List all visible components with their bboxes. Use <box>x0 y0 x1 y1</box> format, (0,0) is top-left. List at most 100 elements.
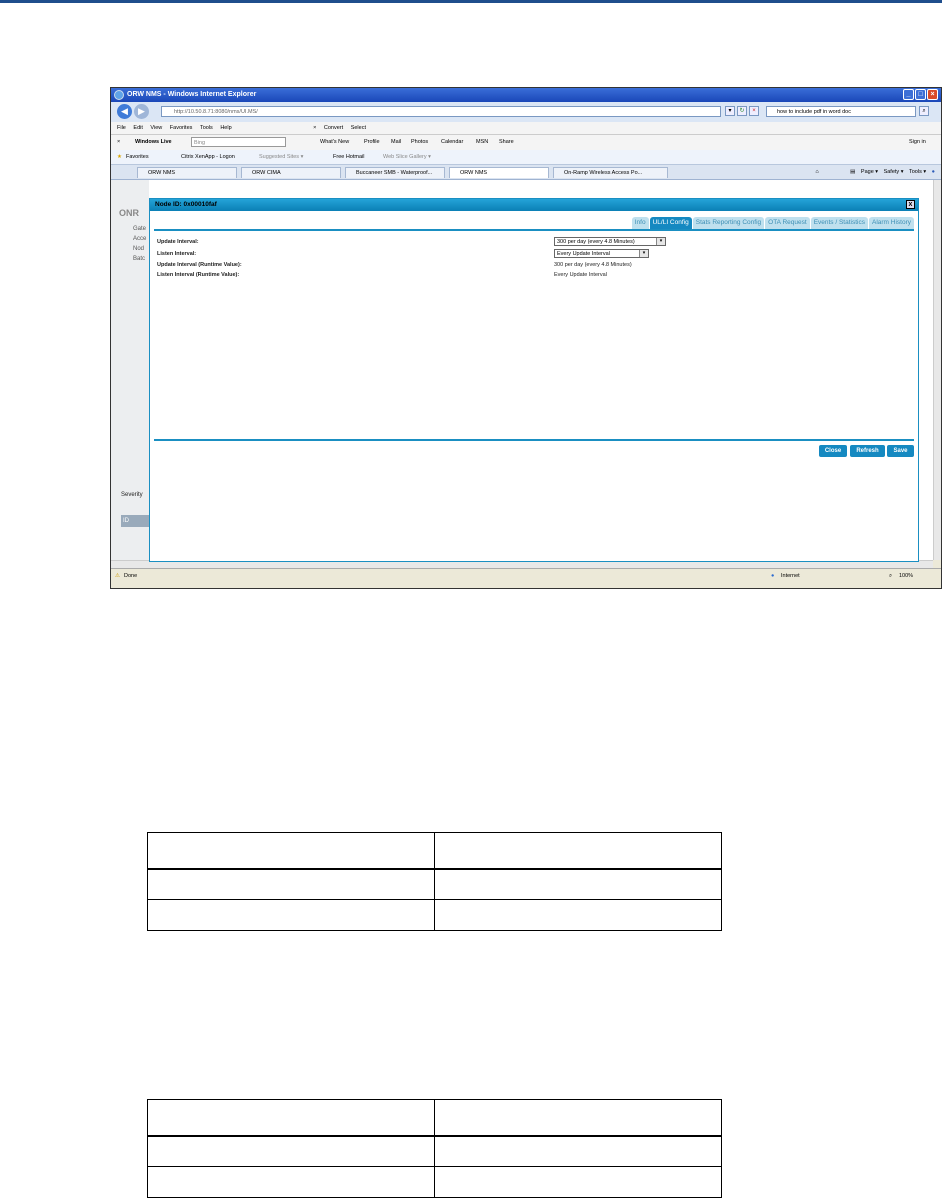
empty-table-2 <box>147 1099 722 1198</box>
windows-live-label[interactable]: Windows Live <box>135 135 172 150</box>
background-nav-item: Gate <box>133 226 147 232</box>
dialog-title: Node ID: 0x00010faf <box>155 201 217 208</box>
vertical-scrollbar[interactable] <box>933 180 941 560</box>
tab-events-statistics[interactable]: Events / Statistics <box>810 217 868 229</box>
refresh-icon[interactable]: ↻ <box>737 106 747 116</box>
live-link-profile[interactable]: Profile <box>364 135 380 150</box>
warning-icon: ⚠ <box>115 573 120 579</box>
safety-menu[interactable]: Safety ▾ <box>884 169 904 175</box>
live-link-mail[interactable]: Mail <box>391 135 401 150</box>
empty-table-1 <box>147 832 722 931</box>
listen-runtime-label: Listen Interval (Runtime Value): <box>157 272 240 278</box>
chevron-down-icon: ▾ <box>639 250 648 257</box>
browser-tab[interactable]: Buccaneer SMB - Waterproof... <box>345 167 445 178</box>
command-bar: ⌂ ▤ Page ▾ Safety ▾ Tools ▾ ● <box>815 165 935 179</box>
fav-link-citrix[interactable]: Citrix XenApp - Logon <box>181 150 235 164</box>
update-runtime-value: 300 per day (every 4.8 Minutes) <box>554 262 632 268</box>
sign-in-link[interactable]: Sign in <box>909 135 926 150</box>
home-icon[interactable]: ⌂ <box>815 169 818 175</box>
forward-icon[interactable]: ▶ <box>134 104 149 119</box>
bing-input[interactable]: Bing <box>191 137 286 147</box>
help-icon[interactable]: ● <box>932 169 935 175</box>
favorites-button[interactable]: Favorites <box>126 150 149 164</box>
table-header-row <box>147 832 722 870</box>
update-interval-select[interactable]: 300 per day (every 4.8 Minutes) ▾ <box>554 237 666 246</box>
page-menu[interactable]: Page ▾ <box>861 169 878 175</box>
background-sidebar: ONR Gate Acce Nod Batc Severity ID <box>111 180 149 566</box>
fav-link-hotmail[interactable]: Free Hotmail <box>333 150 364 164</box>
menu-help[interactable]: Help <box>220 125 231 131</box>
fav-link-suggested[interactable]: Suggested Sites ▾ <box>259 150 303 164</box>
dialog-close-icon[interactable]: x <box>906 200 915 209</box>
tab-underline <box>154 229 914 231</box>
browser-tab[interactable]: On-Ramp Wireless Access Po... <box>553 167 668 178</box>
tab-alarm-history[interactable]: Alarm History <box>868 217 914 229</box>
tab-stats-reporting-config[interactable]: Stats Reporting Config <box>692 217 765 229</box>
listen-interval-value: Every Update Interval <box>557 251 610 257</box>
live-link-whats-new[interactable]: What's New <box>320 135 349 150</box>
tab-info[interactable]: Info <box>631 217 649 229</box>
window-titlebar: ORW NMS - Windows Internet Explorer _ □ … <box>111 88 941 102</box>
update-runtime-label: Update Interval (Runtime Value): <box>157 262 242 268</box>
menu-view[interactable]: View <box>150 125 162 131</box>
zoom-icon[interactable]: ⌕ <box>889 569 892 583</box>
menu-bar: File Edit View Favorites Tools Help × Co… <box>111 122 941 135</box>
browser-tab-active[interactable]: ORW NMS <box>449 167 549 178</box>
select-button[interactable]: Select <box>351 125 366 131</box>
minimize-icon[interactable]: _ <box>903 89 914 100</box>
background-id-header: ID <box>121 515 149 527</box>
header-rule <box>0 0 942 3</box>
save-button[interactable]: Save <box>887 445 914 457</box>
globe-icon: ● <box>771 573 775 579</box>
close-window-icon[interactable]: × <box>927 89 938 100</box>
menu-file[interactable]: File <box>117 125 126 131</box>
status-bar: ⚠ Done ● Internet ⌕ 100% <box>111 568 941 583</box>
live-link-photos[interactable]: Photos <box>411 135 428 150</box>
listen-interval-select[interactable]: Every Update Interval ▾ <box>554 249 649 258</box>
status-text: Done <box>124 573 138 579</box>
back-icon[interactable]: ◀ <box>117 104 132 119</box>
zone-text: Internet <box>781 573 800 579</box>
refresh-button[interactable]: Refresh <box>850 445 885 457</box>
fav-link-web-slice[interactable]: Web Slice Gallery ▾ <box>383 150 431 164</box>
background-severity-label: Severity <box>121 492 143 498</box>
search-input[interactable]: how to include pdf in word doc <box>766 106 916 117</box>
tab-ul-li-config[interactable]: UL/LI Config <box>649 217 692 229</box>
dialog-tabs: Info UL/LI Config Stats Reporting Config OT… <box>631 217 914 229</box>
tools-menu[interactable]: Tools ▾ <box>909 169 926 175</box>
live-link-share[interactable]: Share <box>499 135 514 150</box>
table-header-row <box>147 1099 722 1137</box>
print-icon[interactable]: ▤ <box>850 169 855 175</box>
close-toolbar-icon[interactable]: × <box>313 125 316 131</box>
zoom-level[interactable]: 100% <box>899 569 913 583</box>
table-row <box>147 1135 722 1167</box>
search-icon[interactable]: ⌕ <box>919 106 929 116</box>
url-input[interactable]: http://10.50.8.71:8080/nms/UI.MS/ <box>161 106 721 117</box>
background-nav-item: Acce <box>133 236 147 242</box>
ie-logo-icon <box>114 90 124 100</box>
browser-tab[interactable]: ORW CIMA <box>241 167 341 178</box>
window-title: ORW NMS - Windows Internet Explorer <box>127 91 257 98</box>
tab-ota-request[interactable]: OTA Request <box>765 217 810 229</box>
stop-icon[interactable]: × <box>749 106 759 116</box>
live-link-msn[interactable]: MSN <box>476 135 488 150</box>
node-config-dialog: Node ID: 0x00010faf x Info UL/LI Config St… <box>149 198 919 562</box>
table-row <box>147 868 722 900</box>
close-live-icon[interactable]: × <box>117 135 120 150</box>
listen-interval-label: Listen Interval: <box>157 251 197 257</box>
maximize-icon[interactable]: □ <box>915 89 926 100</box>
menu-tools[interactable]: Tools <box>200 125 213 131</box>
url-dropdown-icon[interactable]: ▾ <box>725 106 735 116</box>
menu-edit[interactable]: Edit <box>133 125 142 131</box>
favorites-bar: ★ Favorites Citrix XenApp - Logon Sugges… <box>111 150 941 165</box>
table-row <box>147 1166 722 1198</box>
live-link-calendar[interactable]: Calendar <box>441 135 463 150</box>
background-logo: ONR <box>119 208 139 218</box>
close-button[interactable]: Close <box>819 445 847 457</box>
footer-divider <box>154 439 914 441</box>
windows-live-toolbar: × Windows Live Bing What's New Profile M… <box>111 135 941 151</box>
convert-button[interactable]: Convert <box>324 125 343 131</box>
menu-favorites[interactable]: Favorites <box>170 125 193 131</box>
update-interval-value: 300 per day (every 4.8 Minutes) <box>557 239 635 245</box>
browser-tab[interactable]: ORW NMS <box>137 167 237 178</box>
